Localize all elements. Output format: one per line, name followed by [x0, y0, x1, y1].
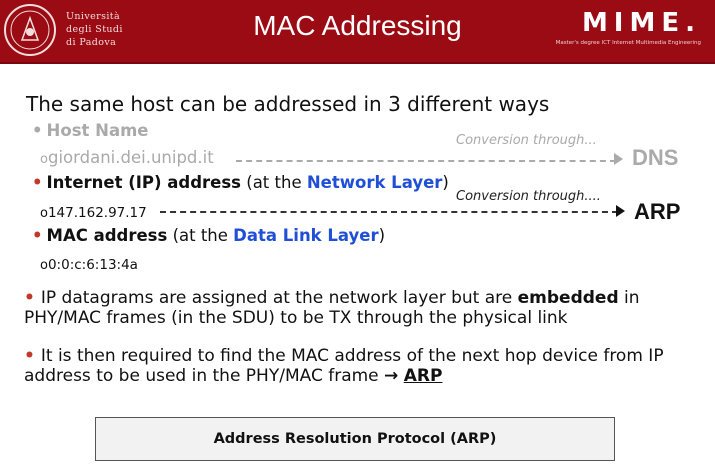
bullet: • — [32, 173, 43, 192]
conversion-note: Conversion through... — [456, 133, 597, 148]
brand-subtitle: Master's degree ICT Internet Multimedia … — [555, 40, 701, 46]
bullet: • — [32, 121, 43, 140]
point-embedded: • IP datagrams are assigned at the networ… — [24, 288, 640, 328]
sub-bullet: o — [40, 206, 48, 221]
sub-bullet: o — [40, 152, 48, 167]
arrow-head-icon — [616, 205, 625, 217]
example-value: 147.162.97.17 — [47, 205, 147, 221]
ip-example: o147.162.97.17 — [40, 202, 147, 221]
header-bar: Università degli Studi di Padova MAC Add… — [0, 0, 715, 62]
mac-example: o0:0:c:6:13:4a — [40, 254, 138, 273]
bullet: • — [24, 346, 35, 366]
dashed-line — [236, 160, 616, 162]
sub-bullet: o — [40, 258, 48, 273]
brand-name: MIME. — [581, 8, 701, 38]
way-ip-address: • Internet (IP) address (at the Network L… — [32, 173, 449, 192]
point-next-hop: • It is then required to find the MAC add… — [24, 346, 664, 386]
dashed-line — [160, 211, 618, 213]
way-label: Host Name — [46, 121, 149, 140]
arp-title-box: Address Resolution Protocol (ARP) — [95, 417, 615, 461]
layer-name: Data Link Layer — [233, 226, 379, 245]
hostname-example: ogiordani.dei.unipd.it — [40, 148, 214, 167]
way-label: MAC address — [46, 226, 168, 245]
way-mac-address: • MAC address (at the Data Link Layer) — [32, 226, 386, 245]
example-value: giordani.dei.unipd.it — [47, 148, 214, 167]
intro-text: The same host can be addressed in 3 diff… — [26, 92, 550, 116]
way-host-name: • Host Name — [32, 121, 148, 140]
header-divider — [0, 62, 715, 64]
arp-link[interactable]: ARP — [404, 366, 443, 386]
bullet: • — [32, 226, 43, 245]
way-label: Internet (IP) address — [46, 173, 242, 192]
dns-label: DNS — [632, 145, 679, 170]
mime-logo: MIME. Master's degree ICT Internet Multi… — [556, 8, 701, 46]
arrow-head-icon — [614, 153, 623, 165]
arrow-right-icon: → — [384, 366, 399, 386]
arp-label: ARP — [634, 199, 681, 224]
example-value: 0:0:c:6:13:4a — [47, 257, 138, 273]
bullet: • — [24, 288, 35, 308]
layer-name: Network Layer — [306, 173, 443, 192]
conversion-note: Conversion through.... — [456, 189, 601, 204]
emphasis: embedded — [517, 288, 619, 308]
